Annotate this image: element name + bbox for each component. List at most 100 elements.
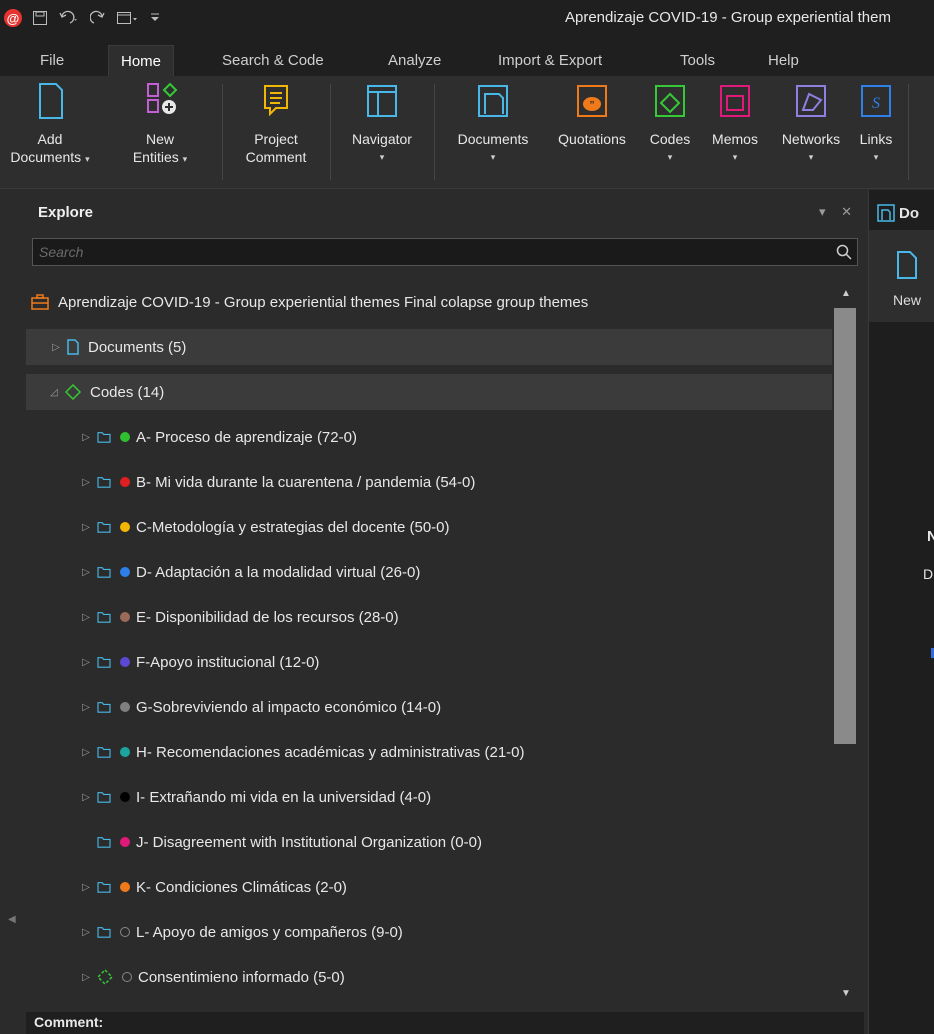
expand-arrow-icon[interactable]: ▷	[80, 927, 92, 938]
expand-arrow-icon[interactable]: ▷	[80, 477, 92, 488]
code-group-icon	[96, 969, 114, 985]
tree-item-code[interactable]: ▷ C-Metodología y estrategias del docente…	[26, 509, 832, 545]
expand-arrow-icon[interactable]: ▷	[50, 342, 62, 353]
code-color-dot	[120, 702, 130, 712]
new-label: New	[893, 292, 922, 308]
tab-help[interactable]: Help	[756, 45, 811, 76]
tree-item-code[interactable]: ▷ A- Proceso de aprendizaje (72-0)	[26, 419, 832, 455]
tab-home[interactable]: Home	[108, 45, 175, 76]
new-entities-label: New	[145, 131, 174, 147]
expand-arrow-icon[interactable]: ▷	[80, 702, 92, 713]
folder-icon	[97, 477, 111, 488]
comment-bar: Comment:	[26, 1012, 864, 1034]
documents-button[interactable]: Documents ▾	[442, 80, 544, 166]
redo-icon[interactable]	[90, 10, 106, 26]
search-input[interactable]	[33, 239, 823, 265]
app-logo-icon[interactable]: @	[4, 9, 22, 27]
expand-arrow-icon[interactable]: ▷	[80, 657, 92, 668]
tab-analyze[interactable]: Analyze	[376, 45, 453, 76]
code-label: H- Recomendaciones académicas y administ…	[136, 743, 525, 761]
project-comment-label: Project	[254, 131, 298, 147]
save-icon[interactable]	[32, 10, 48, 26]
add-documents-button[interactable]: Add Documents ▾	[2, 80, 98, 168]
ribbon-tabs: File Home Search & Code Analyze Import &…	[0, 40, 934, 76]
customize-icon[interactable]	[150, 10, 160, 26]
tab-tools[interactable]: Tools	[668, 45, 727, 76]
expand-arrow-icon[interactable]: ▷	[80, 972, 92, 983]
collapse-left-icon[interactable]: ◀	[8, 914, 16, 925]
scrollbar[interactable]: ▲ ▼	[832, 282, 858, 1004]
document-manager-panel: Do New N Dra	[868, 190, 934, 1034]
explore-panel: Explore ▾ ✕ Aprendizaje COVID-19 - Group…	[26, 196, 864, 1034]
expand-arrow-icon[interactable]: ▷	[80, 747, 92, 758]
tab-import-export[interactable]: Import & Export	[486, 45, 614, 76]
search-icon[interactable]	[835, 243, 853, 261]
memos-button[interactable]: Memos ▾	[702, 80, 768, 166]
quotations-label: Quotations	[558, 131, 626, 147]
new-document-icon[interactable]	[895, 250, 919, 280]
panel-controls[interactable]: ▾ ✕	[819, 204, 858, 220]
tree-item-code[interactable]: ▷ I- Extrañando mi vida en la universidad…	[26, 779, 832, 815]
left-gutter: ◀	[0, 190, 26, 1034]
code-color-dot	[120, 927, 130, 937]
folder-icon	[97, 882, 111, 893]
codes-label: Codes	[649, 131, 691, 147]
tree-item-code[interactable]: ▷ G-Sobreviviendo al impacto económico (1…	[26, 689, 832, 725]
undo-icon[interactable]	[58, 10, 80, 26]
window-icon[interactable]	[116, 10, 140, 26]
project-comment-button[interactable]: Project Comment	[228, 80, 324, 166]
networks-button[interactable]: Networks ▾	[770, 80, 852, 166]
collapse-arrow-icon[interactable]: ◿	[48, 387, 60, 398]
explore-title: Explore	[38, 204, 94, 221]
document-tab[interactable]: Do	[869, 198, 934, 228]
tree-item-code[interactable]: ▷ H- Recomendaciones académicas y adminis…	[26, 734, 832, 770]
memos-label: Memos	[712, 131, 758, 147]
code-color-dot	[120, 432, 130, 442]
navigator-button[interactable]: Navigator ▾	[336, 80, 428, 166]
tree-item-code[interactable]: ▷ F-Apoyo institucional (12-0)	[26, 644, 832, 680]
expand-arrow-icon[interactable]: ▷	[80, 567, 92, 578]
scroll-thumb[interactable]	[834, 308, 856, 744]
tree-item-documents[interactable]: ▷ Documents (5)	[26, 329, 832, 365]
tree-item-codes[interactable]: ◿ Codes (14)	[26, 374, 832, 410]
expand-arrow-icon[interactable]: ▷	[80, 882, 92, 893]
tab-file[interactable]: File	[28, 45, 76, 76]
navigator-label: Navigator	[352, 131, 412, 147]
tree-item-code[interactable]: ▷ L- Apoyo de amigos y compañeros (9-0)	[26, 914, 832, 950]
tree-item-code[interactable]: ▷ E- Disponibilidad de los recursos (28-0…	[26, 599, 832, 635]
tab-search-code[interactable]: Search & Code	[210, 45, 336, 76]
tree-item-code[interactable]: J- Disagreement with Institutional Organ…	[26, 824, 832, 860]
code-label: F-Apoyo institucional (12-0)	[136, 653, 320, 671]
code-color-dot	[120, 747, 130, 757]
expand-arrow-icon[interactable]: ▷	[80, 432, 92, 443]
expand-arrow-icon[interactable]: ▷	[80, 792, 92, 803]
codes-label: Codes (14)	[90, 383, 165, 401]
scroll-up-icon[interactable]: ▲	[841, 288, 851, 299]
tree-item-code[interactable]: ▷ B- Mi vida durante la cuarentena / pand…	[26, 464, 832, 500]
new-entities-label-2: Entities	[132, 149, 179, 165]
code-label: L- Apoyo de amigos y compañeros (9-0)	[136, 923, 403, 941]
tree-item-code[interactable]: ▷ D- Adaptación a la modalidad virtual (2…	[26, 554, 832, 590]
code-color-dot	[120, 657, 130, 667]
code-color-dot	[120, 477, 130, 487]
quotations-button[interactable]: ” Quotations	[546, 80, 638, 148]
documents-manager-icon	[877, 204, 895, 222]
expand-arrow-icon[interactable]: ▷	[80, 522, 92, 533]
project-root[interactable]: Aprendizaje COVID-19 - Group experientia…	[26, 284, 832, 320]
codes-button[interactable]: Codes ▾	[642, 80, 698, 166]
title-bar: @ Aprendizaje COVID-19 - Group experient…	[0, 0, 934, 40]
add-documents-label: Add	[37, 131, 63, 147]
dropdown-caret-icon: ▾	[182, 154, 188, 164]
folder-icon	[97, 747, 111, 758]
links-icon: S	[861, 85, 891, 117]
document-icon	[67, 339, 79, 355]
document-toolbar: New	[869, 230, 934, 322]
expand-arrow-icon[interactable]: ▷	[80, 612, 92, 623]
links-button[interactable]: S Links ▾	[852, 80, 900, 166]
new-entities-button[interactable]: New Entities ▾	[110, 80, 210, 168]
tree-item-code[interactable]: ▷ K- Condiciones Climáticas (2-0)	[26, 869, 832, 905]
scroll-down-icon[interactable]: ▼	[841, 988, 851, 999]
links-label: Links	[859, 131, 893, 147]
tree-item-code[interactable]: ▷ Consentimieno informado (5-0)	[26, 959, 832, 995]
code-label: J- Disagreement with Institutional Organ…	[136, 833, 482, 851]
